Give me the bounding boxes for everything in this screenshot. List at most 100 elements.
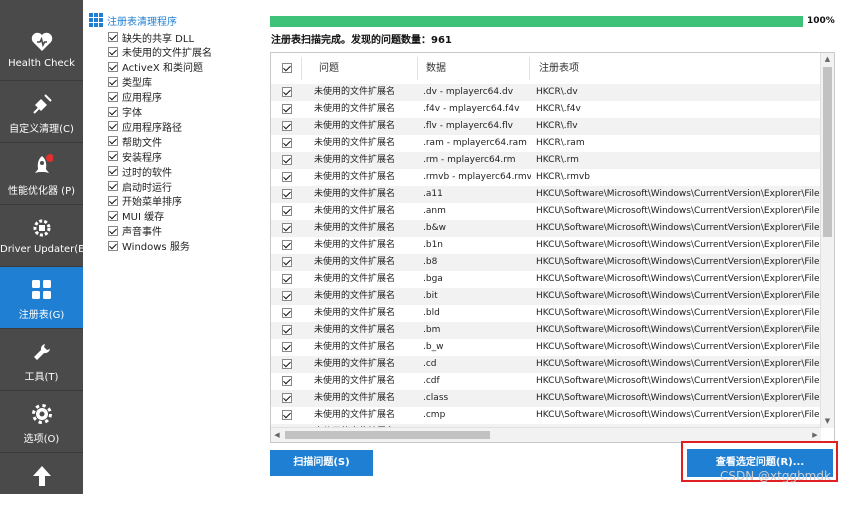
category-label: 启动时运行 (122, 182, 172, 194)
nav-item-4[interactable]: 注册表(G) (0, 266, 83, 328)
table-row[interactable]: 未使用的文件扩展名 .rmvb - mplayerc64.rmvb HKCR\.rm… (271, 169, 821, 186)
nav-item-1[interactable]: 自定义清理(C) (0, 80, 83, 142)
category-item[interactable]: 类型库 (108, 75, 152, 89)
row-checkbox[interactable] (282, 376, 292, 386)
scroll-left-icon[interactable]: ◀ (271, 428, 283, 442)
cell-registry-key: HKCU\Software\Microsoft\Windows\CurrentV… (536, 410, 821, 420)
column-header-issue[interactable]: 问题 (319, 53, 339, 84)
table-row[interactable]: 未使用的文件扩展名 .dv - mplayerc64.dv HKCR\.dv (271, 84, 821, 101)
table-row[interactable]: 未使用的文件扩展名 .b1n HKCU\Software\Microsoft\Win… (271, 237, 821, 254)
table-row[interactable]: 未使用的文件扩展名 .bld HKCU\Software\Microsoft\Win… (271, 305, 821, 322)
row-checkbox[interactable] (282, 342, 292, 352)
scroll-up-icon[interactable]: ▲ (821, 53, 834, 66)
row-checkbox[interactable] (282, 240, 292, 250)
category-checkbox[interactable] (108, 61, 118, 72)
nav-item-7[interactable]: 升级(U) (0, 452, 83, 514)
nav-item-0[interactable]: Health Check (0, 18, 83, 80)
category-item[interactable]: 帮助文件 (108, 134, 162, 149)
horizontal-scrollbar[interactable]: ◀ ▶ (271, 427, 821, 442)
table-row[interactable]: 未使用的文件扩展名 .bit HKCU\Software\Microsoft\Win… (271, 288, 821, 305)
row-checkbox[interactable] (282, 359, 292, 369)
category-checkbox[interactable] (108, 91, 118, 102)
select-all-checkbox[interactable] (282, 63, 292, 73)
row-checkbox[interactable] (282, 325, 292, 335)
category-checkbox[interactable] (108, 181, 118, 191)
table-row[interactable]: 未使用的文件扩展名 .cmp HKCU\Software\Microsoft\Win… (271, 407, 821, 424)
category-item[interactable]: 应用程序 (108, 90, 162, 104)
category-checkbox[interactable] (108, 76, 118, 87)
row-checkbox[interactable] (282, 308, 292, 318)
table-row[interactable]: 未使用的文件扩展名 .b&w HKCU\Software\Microsoft\Win… (271, 220, 821, 237)
scroll-right-icon[interactable]: ▶ (809, 428, 821, 442)
vertical-scroll-thumb[interactable] (823, 67, 832, 237)
category-item[interactable]: 过时的软件 (108, 164, 172, 179)
row-checkbox[interactable] (282, 121, 292, 131)
category-item[interactable]: ActiveX 和类问题 (108, 60, 203, 74)
category-item[interactable]: 安装程序 (108, 149, 162, 164)
row-checkbox[interactable] (282, 155, 292, 165)
table-row[interactable]: 未使用的文件扩展名 .class HKCU\Software\Microsoft\W… (271, 390, 821, 407)
table-row[interactable]: 未使用的文件扩展名 .b_w HKCU\Software\Microsoft\Win… (271, 339, 821, 356)
category-item[interactable]: 应用程序路径 (108, 119, 182, 134)
row-checkbox[interactable] (282, 189, 292, 199)
table-row[interactable]: 未使用的文件扩展名 .bm HKCU\Software\Microsoft\Wind… (271, 322, 821, 339)
category-item[interactable]: Windows 服务 (108, 239, 190, 253)
cell-registry-key: HKCU\Software\Microsoft\Windows\CurrentV… (536, 189, 821, 199)
table-row[interactable]: 未使用的文件扩展名 .ram - mplayerc64.ram HKCR\.ram (271, 135, 821, 152)
column-header-data[interactable]: 数据 (426, 53, 446, 84)
category-checkbox[interactable] (108, 166, 118, 177)
category-checkbox[interactable] (108, 136, 118, 147)
row-checkbox[interactable] (282, 172, 292, 182)
row-checkbox[interactable] (282, 393, 292, 403)
category-item[interactable]: 缺失的共享 DLL (108, 30, 194, 45)
category-item[interactable]: 开始菜单排序 (108, 194, 182, 208)
row-checkbox[interactable] (282, 206, 292, 216)
scroll-down-icon[interactable]: ▼ (821, 415, 834, 428)
row-checkbox[interactable] (282, 410, 292, 420)
row-checkbox[interactable] (282, 104, 292, 114)
vertical-scrollbar[interactable]: ▲ ▼ (820, 53, 834, 428)
category-checkbox[interactable] (108, 210, 118, 221)
nav-item-3[interactable]: Driver Updater(E) (0, 204, 88, 266)
row-checkbox[interactable] (282, 291, 292, 301)
table-row[interactable]: 未使用的文件扩展名 .flv - mplayerc64.flv HKCR\.flv (271, 118, 821, 135)
category-item[interactable]: 声音事件 (108, 224, 162, 238)
nav-item-5[interactable]: 工具(T) (0, 328, 83, 390)
column-header-registry-key[interactable]: 注册表项 (539, 53, 579, 84)
nav-divider (0, 80, 83, 81)
row-checkbox[interactable] (282, 223, 292, 233)
row-checkbox[interactable] (282, 274, 292, 284)
table-row[interactable]: 未使用的文件扩展名 .bga HKCU\Software\Microsoft\Win… (271, 271, 821, 288)
table-row[interactable]: 未使用的文件扩展名 .cdf HKCU\Software\Microsoft\Win… (271, 373, 821, 390)
issues-table: 问题 数据 注册表项 未使用的文件扩展名 .dv - mplayerc64.dv H… (270, 52, 835, 443)
category-item[interactable]: 字体 (108, 105, 142, 119)
category-checkbox[interactable] (108, 225, 118, 236)
table-row[interactable]: 未使用的文件扩展名 .rm - mplayerc64.rm HKCR\.rm (271, 152, 821, 169)
category-checkbox[interactable] (108, 32, 118, 42)
category-checkbox[interactable] (108, 151, 118, 162)
table-row[interactable]: 未使用的文件扩展名 .cd HKCU\Software\Microsoft\Wind… (271, 356, 821, 373)
nav-item-2[interactable]: 性能优化器 (P) (0, 142, 83, 204)
grid-icon (89, 13, 103, 27)
category-checkbox[interactable] (108, 240, 118, 251)
category-item[interactable]: MUI 缓存 (108, 209, 164, 223)
progress-bar (270, 16, 803, 27)
row-checkbox[interactable] (282, 138, 292, 148)
table-row[interactable]: 未使用的文件扩展名 .anm HKCU\Software\Microsoft\Win… (271, 203, 821, 220)
scan-issues-button[interactable]: 扫描问题(S) (270, 450, 373, 476)
category-checkbox[interactable] (108, 46, 118, 57)
table-row[interactable]: 未使用的文件扩展名 .f4v - mplayerc64.f4v HKCR\.f4v (271, 101, 821, 118)
left-nav: Health Check 自定义清理(C) 性能优化器 (P) Driver Upda… (0, 0, 88, 507)
nav-item-6[interactable]: 选项(O) (0, 390, 83, 452)
table-row[interactable]: 未使用的文件扩展名 .a11 HKCU\Software\Microsoft\Win… (271, 186, 821, 203)
category-item[interactable]: 启动时运行 (108, 179, 172, 194)
table-row[interactable]: 未使用的文件扩展名 .b8 HKCU\Software\Microsoft\Wind… (271, 254, 821, 271)
category-item[interactable]: 未使用的文件扩展名 (108, 45, 212, 59)
row-checkbox[interactable] (282, 87, 292, 97)
category-checkbox[interactable] (108, 106, 118, 117)
row-checkbox[interactable] (282, 257, 292, 267)
horizontal-scroll-thumb[interactable] (285, 431, 490, 439)
nav-item-label: 注册表(G) (18, 310, 65, 321)
category-checkbox[interactable] (108, 195, 118, 206)
category-checkbox[interactable] (108, 121, 118, 132)
